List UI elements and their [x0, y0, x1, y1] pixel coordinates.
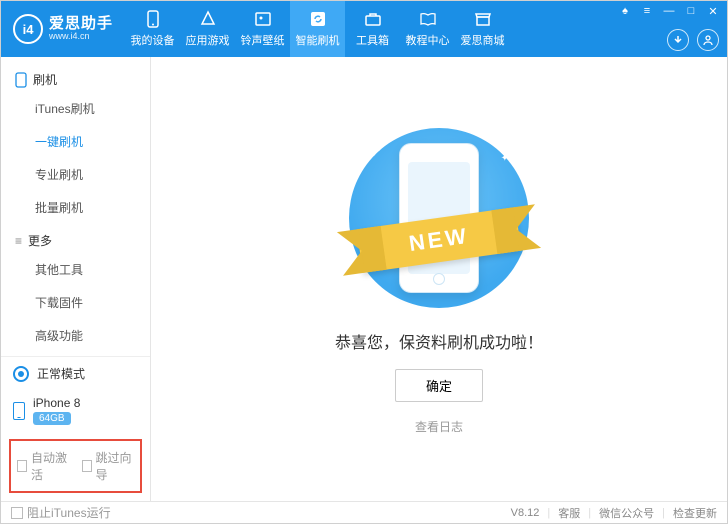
phone-icon — [144, 10, 162, 28]
brand-name: 爱思助手 — [49, 16, 113, 33]
sidebar-item-oneclick-flash[interactable]: 一键刷机 — [1, 125, 150, 158]
sidebar: 刷机 iTunes刷机 一键刷机 专业刷机 批量刷机 ≡ 更多 其他工具 下载固… — [1, 57, 151, 501]
close-icon[interactable]: ✕ — [707, 5, 719, 17]
header-actions — [667, 29, 719, 51]
nav-label: 智能刷机 — [296, 32, 340, 48]
logo-icon: i4 — [13, 14, 43, 44]
nav-label: 我的设备 — [131, 32, 175, 48]
toolbox-icon — [364, 10, 382, 28]
sidebar-section-more[interactable]: ≡ 更多 — [1, 224, 150, 253]
logo-text: 爱思助手 www.i4.cn — [49, 16, 113, 42]
nav-store[interactable]: 爱思商城 — [455, 1, 510, 57]
mode-row[interactable]: 正常模式 — [1, 357, 150, 390]
skip-guide-checkbox[interactable]: 跳过向导 — [82, 449, 135, 483]
sidebar-section-flash[interactable]: 刷机 — [1, 63, 150, 92]
storage-badge: 64GB — [33, 412, 71, 425]
checkbox-label: 跳过向导 — [96, 449, 134, 483]
nav-flash[interactable]: 智能刷机 — [290, 1, 345, 57]
checkbox-icon — [82, 460, 92, 472]
support-link[interactable]: 客服 — [558, 505, 580, 521]
shirt-icon[interactable]: ♠ — [619, 5, 631, 17]
ok-button[interactable]: 确定 — [395, 369, 483, 402]
nav-label: 爱思商城 — [461, 32, 505, 48]
store-icon — [474, 10, 492, 28]
options-box: 自动激活 跳过向导 — [9, 439, 142, 493]
sidebar-item-itunes-flash[interactable]: iTunes刷机 — [1, 92, 150, 125]
view-log-link[interactable]: 查看日志 — [415, 418, 463, 435]
nav-my-device[interactable]: 我的设备 — [125, 1, 180, 57]
nav-apps[interactable]: 应用游戏 — [180, 1, 235, 57]
sidebar-item-pro-flash[interactable]: 专业刷机 — [1, 158, 150, 191]
maximize-icon[interactable]: □ — [685, 5, 697, 17]
apps-icon — [199, 10, 217, 28]
refresh-icon — [309, 10, 327, 28]
list-icon: ≡ — [15, 234, 22, 248]
menu-icon[interactable]: ≡ — [641, 5, 653, 17]
logo-area: i4 爱思助手 www.i4.cn — [1, 14, 125, 44]
block-itunes-checkbox[interactable]: 阻止iTunes运行 — [11, 504, 111, 521]
user-button[interactable] — [697, 29, 719, 51]
checkbox-label: 阻止iTunes运行 — [27, 504, 111, 521]
nav-label: 工具箱 — [356, 32, 389, 48]
top-nav: 我的设备 应用游戏 铃声壁纸 智能刷机 工具箱 教程中心 爱思商城 — [125, 1, 510, 57]
sidebar-item-other-tools[interactable]: 其他工具 — [1, 253, 150, 286]
sidebar-item-batch-flash[interactable]: 批量刷机 — [1, 191, 150, 224]
main-area: 刷机 iTunes刷机 一键刷机 专业刷机 批量刷机 ≡ 更多 其他工具 下载固… — [1, 57, 727, 501]
success-message: 恭喜您，保资料刷机成功啦！ — [335, 329, 543, 353]
nav-label: 铃声壁纸 — [241, 32, 285, 48]
statusbar: 阻止iTunes运行 V8.12 | 客服 | 微信公众号 | 检查更新 — [1, 501, 727, 523]
nav-toolbox[interactable]: 工具箱 — [345, 1, 400, 57]
phone-outline-icon — [15, 72, 27, 88]
window-controls: ♠ ≡ — □ ✕ — [619, 5, 719, 17]
mode-label: 正常模式 — [37, 365, 85, 382]
version-label: V8.12 — [511, 507, 540, 519]
check-update-link[interactable]: 检查更新 — [673, 505, 717, 521]
nav-ringtones[interactable]: 铃声壁纸 — [235, 1, 290, 57]
auto-activate-checkbox[interactable]: 自动激活 — [17, 449, 70, 483]
download-button[interactable] — [667, 29, 689, 51]
nav-label: 应用游戏 — [186, 32, 230, 48]
device-row[interactable]: iPhone 8 64GB — [1, 390, 150, 435]
book-icon — [419, 10, 437, 28]
content-area: ✦ ✦ ✦ NEW 恭喜您，保资料刷机成功啦！ 确定 查看日志 — [151, 57, 727, 501]
nav-tutorials[interactable]: 教程中心 — [400, 1, 455, 57]
checkbox-icon — [17, 460, 27, 472]
nav-label: 教程中心 — [406, 32, 450, 48]
image-icon — [254, 10, 272, 28]
section-title: 刷机 — [33, 71, 57, 88]
sidebar-item-advanced[interactable]: 高级功能 — [1, 319, 150, 352]
sidebar-item-download-firmware[interactable]: 下载固件 — [1, 286, 150, 319]
brand-url: www.i4.cn — [49, 32, 113, 42]
device-phone-icon — [13, 402, 25, 420]
device-name: iPhone 8 — [33, 396, 80, 410]
minimize-icon[interactable]: — — [663, 5, 675, 17]
success-illustration: ✦ ✦ ✦ NEW — [329, 123, 549, 313]
checkbox-icon — [11, 507, 23, 519]
section-title: 更多 — [28, 232, 52, 249]
mode-icon — [13, 366, 29, 382]
checkbox-label: 自动激活 — [31, 449, 69, 483]
app-header: i4 爱思助手 www.i4.cn 我的设备 应用游戏 铃声壁纸 智能刷机 工具… — [1, 1, 727, 57]
wechat-link[interactable]: 微信公众号 — [599, 505, 654, 521]
